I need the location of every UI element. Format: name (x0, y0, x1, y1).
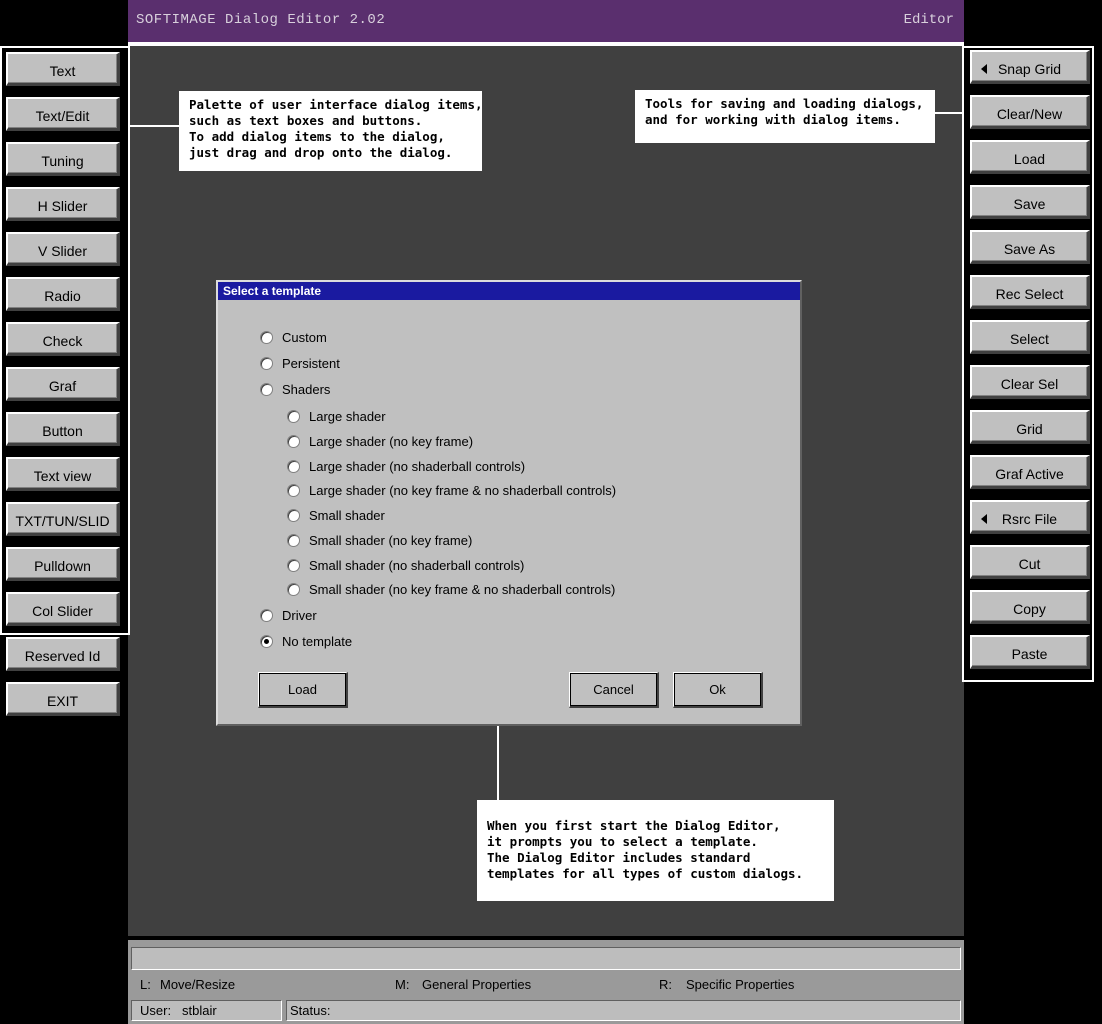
template-callout: When you first start the Dialog Editor, … (477, 800, 834, 901)
grid-button[interactable]: Grid (970, 410, 1090, 444)
radio-circle-icon (287, 559, 300, 572)
status-field: Status: (286, 1000, 961, 1021)
radio-circle-icon (260, 331, 273, 344)
palette-radio-button[interactable]: Radio (6, 277, 120, 311)
rec-select-button[interactable]: Rec Select (970, 275, 1090, 309)
select-template-dialog: Select a template Custom Persistent Shad… (216, 280, 802, 726)
left-arrow-icon (981, 514, 987, 524)
palette-h-slider-button[interactable]: H Slider (6, 187, 120, 221)
message-field (131, 947, 961, 970)
editor-mode: Editor (903, 12, 954, 28)
title-bar: SOFTIMAGE Dialog Editor 2.02 Editor (128, 0, 964, 42)
palette-callout: Palette of user interface dialog items, … (179, 91, 483, 171)
palette-txt-tun-slid-button[interactable]: TXT/TUN/SLID (6, 502, 120, 536)
exit-button[interactable]: EXIT (6, 682, 120, 716)
radio-circle-icon (287, 509, 300, 522)
snap-grid-button[interactable]: Snap Grid (970, 50, 1090, 84)
callout-line (128, 125, 180, 127)
mouse-right-key: R: (659, 977, 672, 992)
palette-tuning-button[interactable]: Tuning (6, 142, 120, 176)
callout-line (934, 112, 964, 114)
palette-button-button[interactable]: Button (6, 412, 120, 446)
palette-pulldown-button[interactable]: Pulldown (6, 547, 120, 581)
mouse-middle-action: General Properties (422, 977, 532, 992)
palette-check-button[interactable]: Check (6, 322, 120, 356)
radio-circle-icon (260, 383, 273, 396)
radio-circle-icon (287, 534, 300, 547)
palette-text-view-button[interactable]: Text view (6, 457, 120, 491)
radio-circle-icon (287, 583, 300, 596)
clear-new-button[interactable]: Clear/New (970, 95, 1090, 129)
rsrc-file-label: Rsrc File (1001, 511, 1058, 527)
dialog-title: Select a template (218, 282, 800, 300)
cut-button[interactable]: Cut (970, 545, 1090, 579)
palette-v-slider-button[interactable]: V Slider (6, 232, 120, 266)
palette-col-slider-button[interactable]: Col Slider (6, 592, 120, 626)
mouse-left-action: Move/Resize (160, 977, 236, 992)
graf-active-button[interactable]: Graf Active (970, 455, 1090, 489)
app-title: SOFTIMAGE Dialog Editor 2.02 (136, 12, 386, 28)
save-button[interactable]: Save (970, 185, 1090, 219)
tools-callout: Tools for saving and loading dialogs, an… (635, 90, 935, 143)
callout-line (497, 716, 499, 802)
user-label: User: (140, 1003, 172, 1018)
status-area: L: Move/Resize M: General Properties R: … (128, 940, 964, 1024)
radio-circle-icon (287, 410, 300, 423)
radio-circle-icon (260, 609, 273, 622)
select-button[interactable]: Select (970, 320, 1090, 354)
copy-button[interactable]: Copy (970, 590, 1090, 624)
left-arrow-icon (981, 64, 987, 74)
mouse-middle-key: M: (395, 977, 410, 992)
clear-sel-button[interactable]: Clear Sel (970, 365, 1090, 399)
radio-circle-icon (287, 435, 300, 448)
radio-circle-icon (287, 460, 300, 473)
user-value: stblair (182, 1003, 217, 1018)
radio-circle-icon (260, 357, 273, 370)
rsrc-file-button[interactable]: Rsrc File (970, 500, 1090, 534)
dialog-cancel-button[interactable]: Cancel (569, 672, 659, 708)
palette-text-button[interactable]: Text (6, 52, 120, 86)
dialog-load-button[interactable]: Load (258, 672, 348, 708)
snap-grid-label: Snap Grid (997, 61, 1062, 77)
radio-selected-icon (260, 635, 273, 648)
dialog-ok-button[interactable]: Ok (673, 672, 763, 708)
mouse-right-action: Specific Properties (686, 977, 795, 992)
palette-text-edit-button[interactable]: Text/Edit (6, 97, 120, 131)
load-button[interactable]: Load (970, 140, 1090, 174)
mouse-left-key: L: (140, 977, 151, 992)
reserved-id-button[interactable]: Reserved Id (6, 637, 120, 671)
user-field: User: stblair (131, 1000, 282, 1021)
status-label: Status: (290, 1003, 331, 1018)
paste-button[interactable]: Paste (970, 635, 1090, 669)
palette-graf-button[interactable]: Graf (6, 367, 120, 401)
radio-circle-icon (287, 484, 300, 497)
save-as-button[interactable]: Save As (970, 230, 1090, 264)
